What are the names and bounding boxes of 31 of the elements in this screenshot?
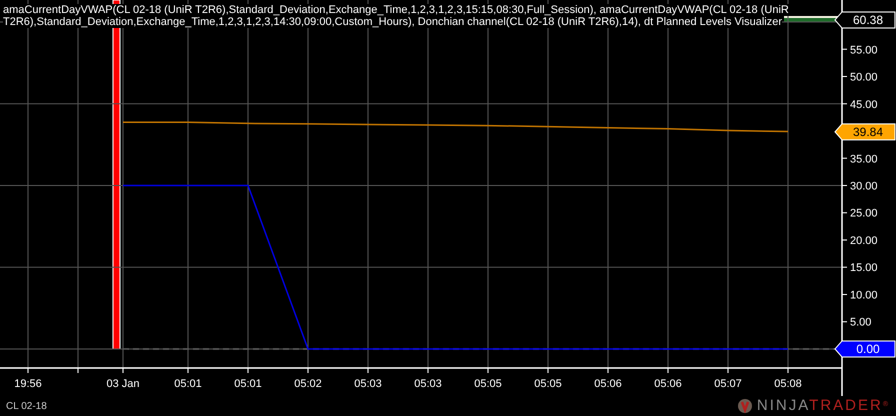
y-tick-label: 15.00	[850, 262, 878, 274]
price-label: 0.00	[856, 342, 880, 356]
x-tick-label: 05:07	[714, 378, 742, 390]
y-tick-label: 5.00	[850, 316, 872, 329]
x-tick-label: 03 Jan	[106, 378, 140, 390]
logo-text: NINJATRADER$^{®}$	[756, 396, 890, 416]
y-tick-label: 50.00	[850, 72, 878, 84]
y-tick-label: 25.00	[850, 208, 878, 220]
y-tick-label: 10.00	[850, 289, 878, 302]
x-tick-label: 05:03	[354, 378, 382, 390]
x-tick-label: 05:01	[174, 378, 202, 390]
x-tick-label: 05:08	[774, 378, 802, 390]
x-tick-label: 05:01	[234, 378, 262, 390]
x-tick-label: 19:56	[14, 378, 42, 390]
x-tick-label: 05:05	[534, 378, 562, 390]
indicator-legend: T2R6),Standard_Deviation,Exchange_Time,1,2,3,1,2,3,14:30,09:00,Custom_Hours), Donchian channel(CL 02-18 (UniR T2R6),14), dt Planned Levels Visualizer	[3, 16, 782, 28]
x-tick-label: 05:06	[594, 378, 622, 390]
x-tick-label: 05:02	[294, 378, 322, 390]
price-label: 60.38	[852, 12, 884, 27]
logo-icon	[736, 398, 753, 414]
price-label: 39.84	[852, 124, 884, 139]
instrument-label: CL 02-18	[6, 400, 47, 414]
y-tick-label: 30.00	[850, 180, 878, 192]
y-tick-label: 45.00	[850, 98, 878, 111]
y-tick-label: 20.00	[850, 235, 878, 247]
indicator-legend: amaCurrentDayVWAP(CL 02-18 (UniR T2R6),Standard_Deviation,Exchange_Time,1,2,3,1,2,3,15:15,08:30,Full_Session), amaCurrentDayVWAP(CL 02-18 (UniR	[3, 4, 789, 16]
y-tick-label: 35.00	[850, 153, 878, 166]
x-tick-label: 05:03	[414, 378, 442, 390]
x-tick-label: 05:05	[474, 378, 502, 390]
y-tick-label: 55.00	[850, 44, 878, 56]
x-tick-label: 05:06	[654, 378, 682, 390]
